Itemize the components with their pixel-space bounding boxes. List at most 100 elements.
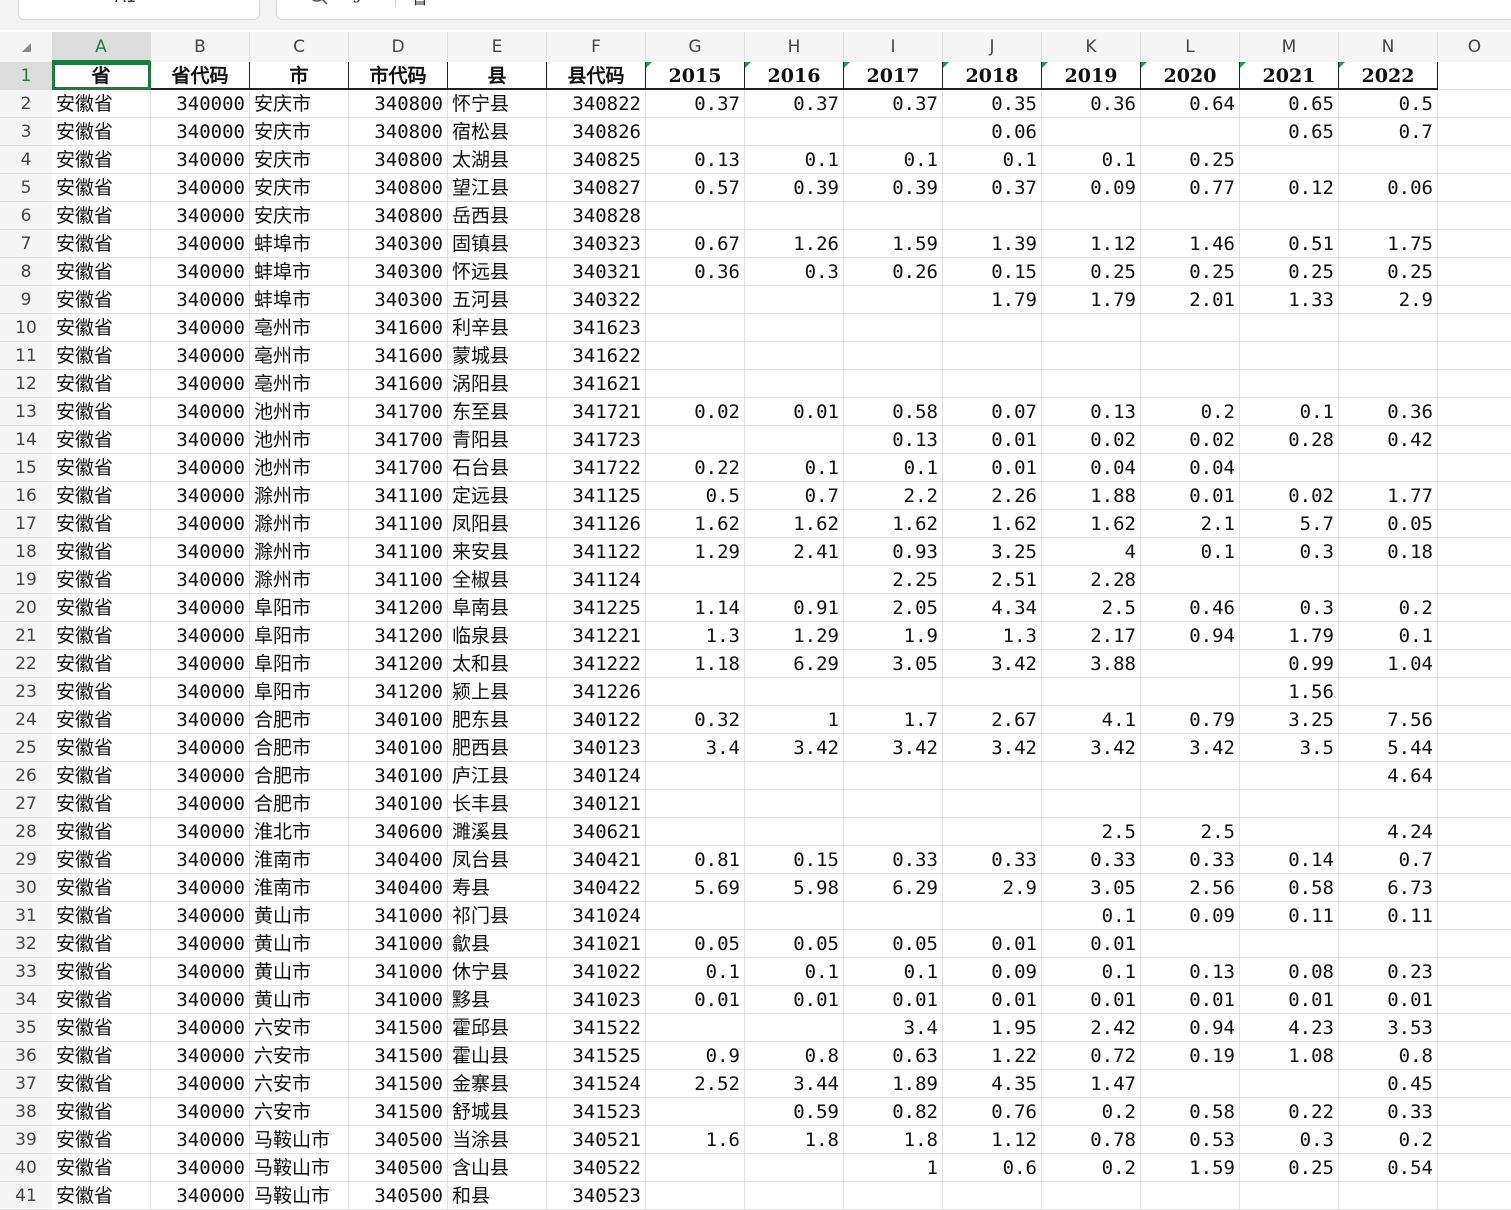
table-cell[interactable]: 全椒县 <box>448 566 547 594</box>
chevron-down-icon[interactable] <box>237 0 249 1</box>
table-cell[interactable]: 安徽省 <box>52 258 151 286</box>
column-header-e[interactable]: E <box>448 32 547 62</box>
table-cell[interactable] <box>1240 1182 1339 1210</box>
table-cell[interactable]: 341500 <box>349 1098 448 1126</box>
header-cell[interactable]: 2015 <box>646 62 745 90</box>
table-cell[interactable]: 1.9 <box>844 622 943 650</box>
table-cell[interactable]: 0.09 <box>1042 174 1141 202</box>
table-cell[interactable] <box>646 342 745 370</box>
table-cell[interactable]: 341021 <box>547 930 646 958</box>
table-cell[interactable]: 3.4 <box>844 1014 943 1042</box>
table-cell[interactable]: 0.13 <box>1042 398 1141 426</box>
table-cell[interactable]: 安徽省 <box>52 930 151 958</box>
row-header-30[interactable]: 30 <box>0 874 52 902</box>
table-cell[interactable]: 0.28 <box>1240 426 1339 454</box>
table-cell[interactable] <box>1438 510 1511 538</box>
column-header-k[interactable]: K <box>1042 32 1141 62</box>
table-cell[interactable]: 7.56 <box>1339 706 1438 734</box>
table-cell[interactable]: 0.02 <box>646 398 745 426</box>
table-cell[interactable]: 0.25 <box>1141 258 1240 286</box>
table-cell[interactable]: 0.5 <box>646 482 745 510</box>
table-cell[interactable]: 祁门县 <box>448 902 547 930</box>
row-header-33[interactable]: 33 <box>0 958 52 986</box>
table-cell[interactable] <box>1141 1070 1240 1098</box>
table-cell[interactable] <box>1438 538 1511 566</box>
table-cell[interactable]: 休宁县 <box>448 958 547 986</box>
row-header-2[interactable]: 2 <box>0 90 52 118</box>
table-cell[interactable] <box>844 286 943 314</box>
table-cell[interactable]: 滁州市 <box>250 538 349 566</box>
table-cell[interactable]: 0.01 <box>1141 986 1240 1014</box>
table-cell[interactable]: 0.2 <box>1339 1126 1438 1154</box>
table-cell[interactable]: 0.18 <box>1339 538 1438 566</box>
table-cell[interactable]: 340000 <box>151 1070 250 1098</box>
table-cell[interactable] <box>844 678 943 706</box>
table-cell[interactable]: 滁州市 <box>250 510 349 538</box>
row-header-35[interactable]: 35 <box>0 1014 52 1042</box>
column-header-m[interactable]: M <box>1240 32 1339 62</box>
table-cell[interactable]: 6.29 <box>745 650 844 678</box>
table-cell[interactable]: 4.35 <box>943 1070 1042 1098</box>
table-cell[interactable]: 3.05 <box>844 650 943 678</box>
table-cell[interactable]: 0.25 <box>1240 1154 1339 1182</box>
table-cell[interactable]: 1.62 <box>943 510 1042 538</box>
table-cell[interactable] <box>646 202 745 230</box>
header-cell[interactable]: 2017 <box>844 62 943 90</box>
row-header-24[interactable]: 24 <box>0 706 52 734</box>
table-cell[interactable]: 濉溪县 <box>448 818 547 846</box>
table-cell[interactable]: 340000 <box>151 202 250 230</box>
table-cell[interactable] <box>1339 202 1438 230</box>
table-cell[interactable]: 3.42 <box>844 734 943 762</box>
table-cell[interactable]: 341122 <box>547 538 646 566</box>
table-cell[interactable]: 1.62 <box>646 510 745 538</box>
table-cell[interactable]: 怀远县 <box>448 258 547 286</box>
table-cell[interactable]: 1 <box>844 1154 943 1182</box>
table-cell[interactable]: 341100 <box>349 538 448 566</box>
table-cell[interactable]: 来安县 <box>448 538 547 566</box>
table-cell[interactable]: 黄山市 <box>250 986 349 1014</box>
table-cell[interactable]: 1.79 <box>943 286 1042 314</box>
header-cell[interactable]: 县代码 <box>547 62 646 90</box>
table-cell[interactable] <box>1438 258 1511 286</box>
table-cell[interactable]: 安徽省 <box>52 566 151 594</box>
row-header-32[interactable]: 32 <box>0 930 52 958</box>
table-cell[interactable]: 1.95 <box>943 1014 1042 1042</box>
table-cell[interactable]: 0.2 <box>1042 1154 1141 1182</box>
table-cell[interactable] <box>646 566 745 594</box>
table-cell[interactable]: 340000 <box>151 230 250 258</box>
table-cell[interactable] <box>646 286 745 314</box>
table-cell[interactable] <box>1141 566 1240 594</box>
table-cell[interactable]: 0.01 <box>745 398 844 426</box>
table-cell[interactable] <box>1141 314 1240 342</box>
table-cell[interactable]: 0.82 <box>844 1098 943 1126</box>
table-cell[interactable]: 1.14 <box>646 594 745 622</box>
table-cell[interactable]: 340000 <box>151 846 250 874</box>
table-cell[interactable]: 2.51 <box>943 566 1042 594</box>
table-cell[interactable] <box>844 902 943 930</box>
table-cell[interactable]: 安徽省 <box>52 622 151 650</box>
table-cell[interactable]: 0.05 <box>745 930 844 958</box>
table-cell[interactable]: 0.14 <box>1240 846 1339 874</box>
header-cell[interactable]: 2021 <box>1240 62 1339 90</box>
table-cell[interactable] <box>1438 678 1511 706</box>
row-header-27[interactable]: 27 <box>0 790 52 818</box>
table-cell[interactable]: 0.51 <box>1240 230 1339 258</box>
table-cell[interactable]: 4 <box>1042 538 1141 566</box>
row-header-15[interactable]: 15 <box>0 454 52 482</box>
header-cell[interactable]: 2020 <box>1141 62 1240 90</box>
row-header-7[interactable]: 7 <box>0 230 52 258</box>
table-cell[interactable] <box>745 818 844 846</box>
table-cell[interactable]: 340000 <box>151 1182 250 1210</box>
table-cell[interactable] <box>1339 678 1438 706</box>
table-cell[interactable] <box>1240 566 1339 594</box>
table-cell[interactable]: 2.1 <box>1141 510 1240 538</box>
table-cell[interactable]: 3.42 <box>1141 734 1240 762</box>
table-cell[interactable]: 2.5 <box>1141 818 1240 846</box>
table-cell[interactable]: 0.36 <box>646 258 745 286</box>
table-cell[interactable]: 安徽省 <box>52 846 151 874</box>
table-cell[interactable]: 安徽省 <box>52 426 151 454</box>
table-cell[interactable]: 0.12 <box>1240 174 1339 202</box>
table-cell[interactable]: 341000 <box>349 930 448 958</box>
table-cell[interactable]: 0.1 <box>844 454 943 482</box>
table-cell[interactable] <box>943 902 1042 930</box>
